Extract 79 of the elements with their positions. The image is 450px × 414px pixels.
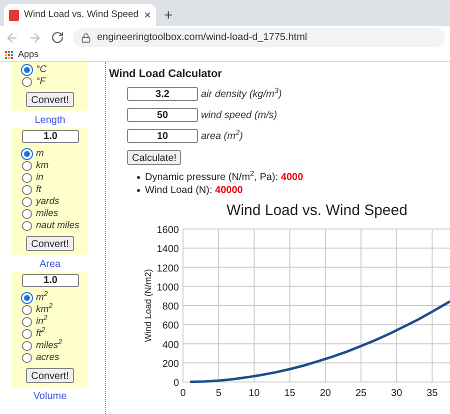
x-tick-label: 30 (391, 388, 402, 398)
converter-heading: Length (34, 114, 66, 128)
x-tick-label: 20 (320, 388, 331, 398)
radio-button[interactable] (22, 305, 32, 315)
result-value: 4000 (280, 172, 304, 182)
x-tick-label: 35 (426, 388, 438, 398)
calculate-button[interactable]: Calculate! (127, 150, 182, 164)
y-tick-label: 1400 (156, 244, 179, 255)
result-label: Wind Load (N): (145, 184, 214, 196)
apps-grid-icon (5, 51, 13, 59)
radio-label: in$^{2}$ (36, 316, 48, 327)
number-input[interactable]: 10 (127, 129, 198, 143)
site-favicon-icon (9, 10, 19, 20)
x-tick-label: 10 (248, 388, 260, 398)
lock-icon (81, 32, 91, 42)
y-tick-label: 600 (162, 320, 179, 332)
y-tick-label: 1200 (156, 262, 179, 274)
radio-button[interactable] (22, 353, 32, 363)
bullet-icon (137, 188, 140, 192)
radio-button[interactable] (22, 185, 32, 195)
x-tick-label: 25 (355, 388, 367, 398)
result-value: 40000 (215, 184, 243, 196)
new-tab-button[interactable]: + (160, 4, 177, 26)
y-tick-label: 1600 (156, 224, 179, 236)
radio-label: ft (36, 184, 42, 196)
x-tick-label: 5 (216, 388, 222, 398)
number-input[interactable]: 3.2 (127, 87, 198, 101)
radio-label: m$^{2}$ (36, 292, 48, 304)
y-tick-label: 1000 (156, 282, 179, 293)
reload-icon[interactable] (51, 31, 64, 44)
radio-label: °F (36, 76, 46, 88)
converter-heading: Area (39, 258, 61, 272)
chart-title: Wind Load vs. Wind Speed (226, 202, 408, 218)
radio-label: in (36, 172, 44, 184)
value-input[interactable]: 1.0 (22, 274, 79, 287)
radio-label: ft$^{2}$ (36, 328, 46, 340)
close-tab-button[interactable]: × (144, 9, 151, 21)
convert-button[interactable]: Convert! (26, 92, 74, 107)
radio-button[interactable] (22, 77, 32, 87)
radio-button[interactable] (22, 173, 32, 183)
radio-label: miles (36, 208, 58, 220)
radio-button[interactable] (22, 197, 32, 207)
value-input[interactable]: 1.0 (22, 130, 79, 143)
input-label: wind speed (m/s) (201, 108, 278, 122)
convert-button[interactable]: Convert! (26, 236, 74, 251)
y-axis-label: Wind Load (N/m2) (143, 268, 153, 342)
result-label: Dynamic pressure (N/m$^{2}$, Pa): (145, 172, 280, 182)
radio-button[interactable] (22, 221, 32, 231)
input-label: air density (kg/m$^{3}$) (201, 86, 282, 102)
radio-label: km$^{2}$ (36, 304, 53, 315)
radio-label: yards (36, 196, 60, 208)
calculator-title: Wind Load Calculator (109, 67, 223, 82)
radio-label: miles$^{2}$ (36, 340, 62, 352)
tab-title: Wind Load vs. Wind Speed (24, 8, 139, 22)
radio-label: m (36, 148, 44, 160)
x-tick-label: 0 (180, 388, 186, 398)
radio-label: km (36, 160, 49, 172)
radio-label: acres (36, 352, 60, 364)
radio-button[interactable] (22, 161, 32, 171)
bullet-icon (137, 176, 140, 178)
radio-label: naut miles (36, 220, 80, 232)
bookmark-link[interactable]: Apps (18, 48, 39, 62)
radio-button[interactable] (22, 317, 32, 327)
number-input[interactable]: 50 (127, 108, 198, 122)
radio-button[interactable] (22, 341, 32, 351)
browser-tab[interactable]: Wind Load vs. Wind Speed × (4, 4, 156, 26)
convert-button[interactable]: Convert! (26, 368, 74, 383)
y-tick-label: 0 (173, 378, 179, 388)
address-bar[interactable]: engineeringtoolbox.com/wind-load-d_1775.html (73, 28, 445, 47)
x-tick-label: 15 (284, 388, 296, 398)
y-tick-label: 200 (162, 358, 179, 370)
input-label: area (m$^{2}$) (201, 128, 243, 144)
converter-heading: Volume (32, 391, 68, 403)
y-tick-label: 800 (162, 301, 179, 312)
radio-button[interactable] (22, 329, 32, 339)
url-text: engineeringtoolbox.com/wind-load-d_1775.html (97, 31, 308, 45)
radio-label: °C (36, 64, 47, 76)
y-tick-label: 400 (162, 339, 179, 350)
radio-button[interactable] (22, 209, 32, 219)
